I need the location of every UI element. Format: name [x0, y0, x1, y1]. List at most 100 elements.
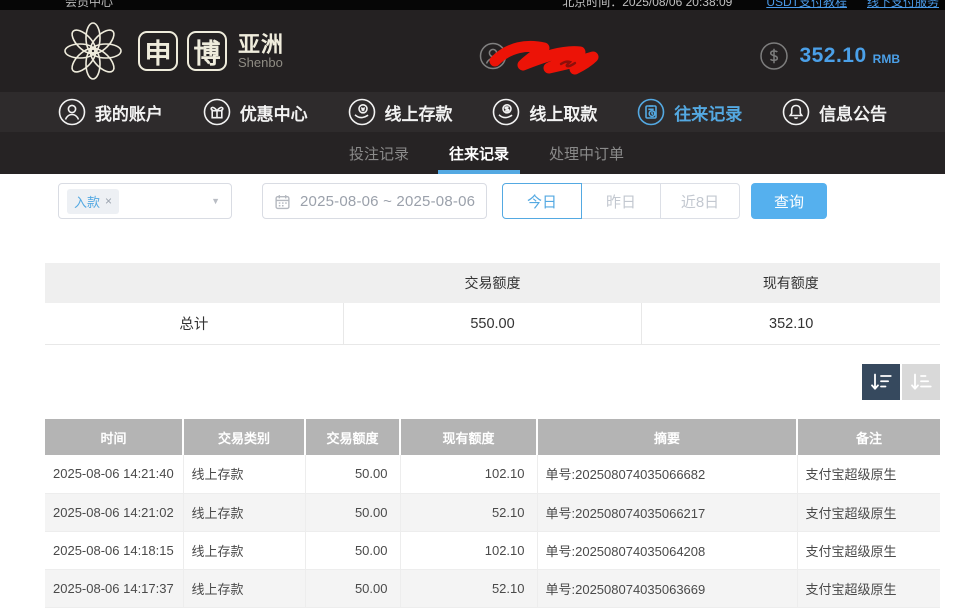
tab-pending-orders[interactable]: 处理中订单	[547, 132, 626, 174]
beijing-time-label: 北京时间：2025/08/06 20:38:09	[562, 0, 732, 10]
cell-time: 2025-08-06 14:21:02	[45, 493, 183, 531]
table-row: 2025-08-06 14:21:02 线上存款 50.00 52.10 单号:…	[45, 493, 940, 531]
user-account-area[interactable]	[459, 34, 759, 78]
site-header: 申 博 亚洲 Shenbo 352.10 RMB	[0, 10, 945, 92]
cell-time: 2025-08-06 14:17:37	[45, 569, 183, 607]
col-remark: 备注	[797, 419, 940, 455]
chevron-down-icon: ▼	[211, 196, 220, 206]
type-tag-label: 入款	[74, 192, 100, 211]
cell-type: 线上存款	[183, 493, 305, 531]
filter-bar: 入款 × ▼ 2025-08-06 ~ 2025-08-06 今日 昨日 近8日…	[58, 183, 827, 219]
cell-type: 线上存款	[183, 531, 305, 569]
nav-online-withdraw[interactable]: 线上取款	[492, 98, 597, 126]
yesterday-button[interactable]: 昨日	[581, 183, 661, 219]
last-8-days-button[interactable]: 近8日	[660, 183, 740, 219]
tab-transaction-records[interactable]: 往来记录	[447, 132, 511, 174]
top-status-bar: 会员中心 北京时间：2025/08/06 20:38:09 USDT支付教程 线…	[0, 0, 945, 10]
logo-char-box: 申	[138, 31, 178, 71]
calendar-icon	[274, 193, 291, 210]
cell-remark: 支付宝超级原生	[797, 531, 940, 569]
coin-icon	[759, 41, 789, 71]
date-range-input[interactable]: 2025-08-06 ~ 2025-08-06	[262, 183, 487, 219]
flower-logo-icon	[62, 20, 124, 82]
table-header-row: 时间 交易类别 交易额度 现有额度 摘要 备注	[45, 419, 940, 455]
cell-time: 2025-08-06 14:21:40	[45, 455, 183, 493]
col-trade-amount: 交易额度	[305, 419, 400, 455]
nav-label: 线上取款	[529, 100, 597, 125]
table-row: 2025-08-06 14:21:40 线上存款 50.00 102.10 单号…	[45, 455, 940, 493]
nav-label: 往来记录	[674, 100, 742, 125]
cell-summary: 单号:202508074035064208	[537, 531, 797, 569]
brand-logo[interactable]: 申 博 亚洲 Shenbo	[62, 20, 284, 82]
gift-icon	[203, 98, 231, 126]
summary-total-row: 总计 550.00 352.10	[45, 303, 940, 345]
balance-amount: 352.10	[799, 44, 866, 68]
cell-type: 线上存款	[183, 569, 305, 607]
col-type: 交易类别	[183, 419, 305, 455]
cell-time: 2025-08-06 14:18:15	[45, 531, 183, 569]
logo-region-text: 亚洲	[238, 33, 284, 56]
tab-betting-records[interactable]: 投注记录	[347, 132, 411, 174]
col-time: 时间	[45, 419, 183, 455]
cell-summary: 单号:202508074035063669	[537, 569, 797, 607]
transactions-table: 时间 交易类别 交易额度 现有额度 摘要 备注 2025-08-06 14:21…	[45, 419, 940, 608]
nav-online-deposit[interactable]: 线上存款	[348, 98, 453, 126]
sort-descending-button[interactable]	[862, 364, 900, 400]
date-range-value: 2025-08-06 ~ 2025-08-06	[300, 193, 475, 210]
nav-label: 优惠中心	[240, 100, 308, 125]
cell-balance: 102.10	[400, 455, 537, 493]
main-navigation: 我的账户 优惠中心 线上存款	[0, 92, 945, 132]
deposit-icon	[348, 98, 376, 126]
user-icon	[58, 98, 86, 126]
balance-currency: RMB	[873, 52, 900, 66]
summary-total-trade: 550.00	[344, 303, 643, 344]
member-center-link[interactable]: 会员中心	[65, 0, 113, 10]
redacted-username-scribble	[487, 34, 617, 78]
offline-pay-link[interactable]: 线下支付服务	[867, 0, 939, 10]
usdt-guide-link[interactable]: USDT支付教程	[766, 0, 847, 10]
logo-subtitle: Shenbo	[238, 56, 284, 70]
cell-balance: 52.10	[400, 569, 537, 607]
cell-summary: 单号:202508074035066682	[537, 455, 797, 493]
summary-header-balance: 现有额度	[642, 263, 940, 303]
cell-trade-amount: 50.00	[305, 455, 400, 493]
logo-char-box: 博	[187, 31, 227, 71]
nav-promotions[interactable]: 优惠中心	[203, 98, 308, 126]
bell-icon	[782, 98, 810, 126]
nav-label: 我的账户	[95, 100, 163, 125]
cell-trade-amount: 50.00	[305, 531, 400, 569]
sort-ascending-button[interactable]	[902, 364, 940, 400]
summary-header-empty	[45, 263, 343, 303]
cell-balance: 102.10	[400, 531, 537, 569]
records-icon	[637, 98, 665, 126]
table-row: 2025-08-06 14:17:37 线上存款 50.00 52.10 单号:…	[45, 569, 940, 607]
nav-transaction-records[interactable]: 往来记录	[637, 98, 742, 126]
cell-remark: 支付宝超级原生	[797, 455, 940, 493]
sort-controls	[862, 364, 940, 400]
cell-trade-amount: 50.00	[305, 493, 400, 531]
query-button[interactable]: 查询	[751, 183, 827, 219]
selected-type-tag: 入款 ×	[67, 189, 119, 214]
withdraw-icon	[492, 98, 520, 126]
balance-display[interactable]: 352.10 RMB	[759, 41, 900, 71]
nav-my-account[interactable]: 我的账户	[58, 98, 163, 126]
cell-trade-amount: 50.00	[305, 569, 400, 607]
sort-ascending-icon	[909, 371, 933, 393]
record-subtabs: 投注记录 往来记录 处理中订单	[0, 132, 945, 174]
nav-label: 信息公告	[819, 100, 887, 125]
remove-tag-icon[interactable]: ×	[105, 194, 112, 208]
summary-header-row: 交易额度 现有额度	[45, 263, 940, 303]
today-button[interactable]: 今日	[502, 183, 582, 219]
cell-remark: 支付宝超级原生	[797, 493, 940, 531]
sort-descending-icon	[869, 371, 893, 393]
cell-summary: 单号:202508074035066217	[537, 493, 797, 531]
transaction-type-select[interactable]: 入款 × ▼	[58, 183, 232, 219]
cell-remark: 支付宝超级原生	[797, 569, 940, 607]
summary-total-balance: 352.10	[642, 303, 940, 344]
summary-table: 交易额度 现有额度 总计 550.00 352.10	[45, 263, 940, 345]
nav-label: 线上存款	[385, 100, 453, 125]
cell-type: 线上存款	[183, 455, 305, 493]
summary-total-label: 总计	[45, 303, 344, 344]
col-summary: 摘要	[537, 419, 797, 455]
nav-announcements[interactable]: 信息公告	[782, 98, 887, 126]
